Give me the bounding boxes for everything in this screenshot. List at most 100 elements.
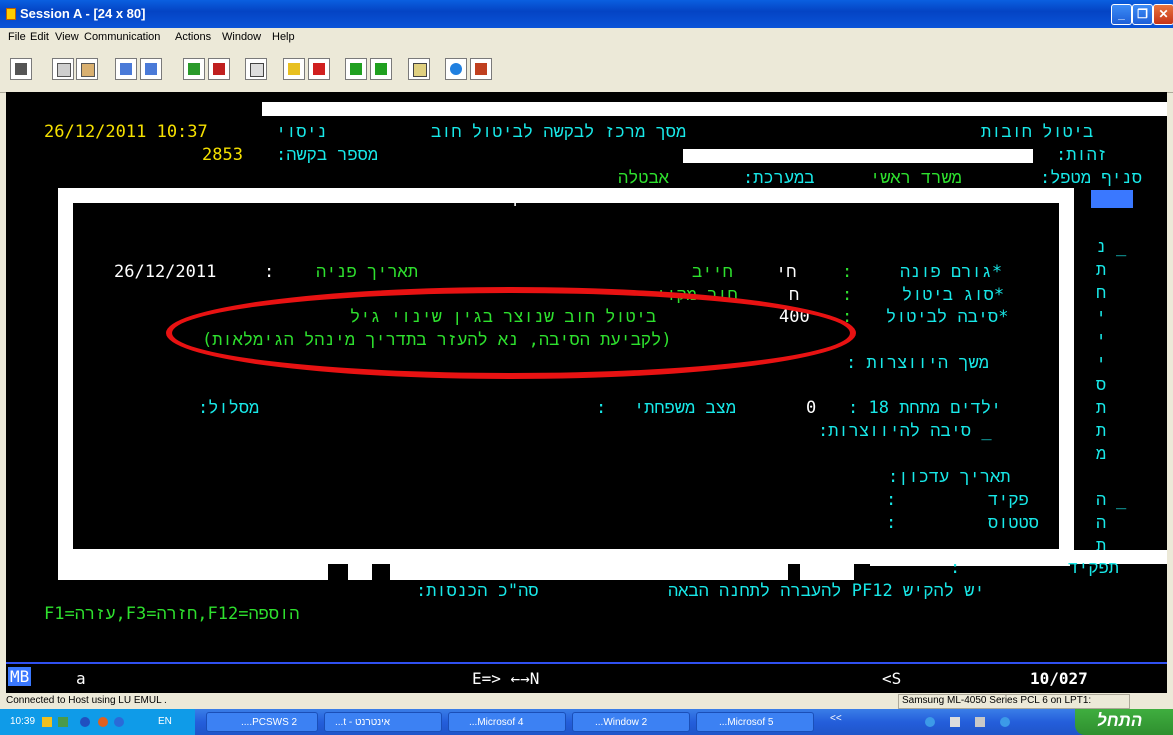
paste-icon[interactable] (76, 58, 98, 80)
side-letter: ח (1096, 283, 1107, 303)
bottom-field[interactable] (58, 550, 328, 580)
help-icon[interactable] (445, 58, 467, 80)
tray-icon[interactable] (98, 717, 108, 727)
function-keys: F1=עזרה,F3=חזרה,F12=הוספה (44, 604, 300, 624)
start-label: התחל (1097, 711, 1143, 730)
period-label: משך היווצרות : (846, 353, 989, 373)
clerk-separator: : (886, 490, 897, 510)
marital-separator: : (596, 398, 607, 418)
cancel-type-code: ח (789, 285, 800, 305)
status-label: סטטוס (988, 513, 1040, 533)
app-icon (6, 8, 16, 20)
menu-actions[interactable]: Actions (175, 31, 211, 43)
record-icon[interactable] (283, 58, 305, 80)
quicklaunch-icon[interactable] (975, 717, 985, 727)
role-label: תפקיד (1068, 558, 1120, 578)
window-title: Session A - [24 x 80] (20, 6, 146, 21)
display-icon[interactable] (183, 58, 205, 80)
income-label: סה"כ הכנסות: (416, 581, 539, 601)
tray-icon[interactable] (80, 717, 90, 727)
oia-direction: E=> ←→N (472, 669, 540, 688)
requester-code: חי (776, 262, 797, 282)
marital-status-label: מצב משפחתי (634, 398, 737, 418)
menu-help[interactable]: Help (272, 31, 295, 43)
task-button[interactable]: ...Microsof 4 (448, 712, 566, 732)
task-label: ...Window 2 (595, 717, 648, 728)
terminal-screen[interactable]: 26/12/2011 10:37 ניסוי מסך מרכז לבקשה לב… (6, 92, 1167, 662)
screen-title: מסך מרכז לבקשה לביטול חוב (431, 122, 687, 142)
tray-icon[interactable] (42, 717, 52, 727)
menu-communication[interactable]: Communication (84, 31, 160, 43)
clipboard-icon[interactable] (408, 58, 430, 80)
receive-file-icon[interactable] (140, 58, 162, 80)
language-indicator[interactable]: EN (158, 716, 172, 727)
side-letter: ת (1096, 398, 1107, 418)
id-field[interactable] (683, 149, 1033, 163)
printer-status: Samsung ML-4050 Series PCL 6 on LPT1: (902, 695, 1092, 706)
macro-icon[interactable] (245, 58, 267, 80)
marital-status-code: 0 (806, 398, 817, 418)
cancel-type-label: *סוג ביטול (902, 285, 1005, 305)
stop-record-icon[interactable] (308, 58, 330, 80)
bottom-field[interactable] (390, 550, 788, 580)
children-label: ילדים מתחת 18 : (848, 398, 1002, 418)
window-titlebar[interactable]: Session A - [24 x 80] _ ❐ ✕ (0, 0, 1173, 28)
close-button[interactable]: ✕ (1153, 4, 1173, 25)
play-icon[interactable] (345, 58, 367, 80)
side-letter: ת (1096, 260, 1107, 280)
menu-edit[interactable]: Edit (30, 31, 49, 43)
role-separator: : (950, 558, 961, 578)
menu-view[interactable]: View (55, 31, 79, 43)
system-label: במערכת: (743, 168, 815, 188)
module-title: ביטול חובות (981, 122, 1094, 142)
appeal-date-separator: : (264, 262, 275, 282)
task-label: ....PCSWS 2 (241, 717, 298, 728)
requester-separator: : (842, 262, 853, 282)
operator-info-area: MB a E=> ←→N <S 10/027 (6, 662, 1167, 694)
start-button[interactable]: התחל (1075, 709, 1173, 735)
tray-icon[interactable] (58, 717, 68, 727)
request-number-label: מספר בקשה: (276, 145, 379, 165)
print-icon[interactable] (10, 58, 32, 80)
minimize-button[interactable]: _ (1111, 4, 1132, 25)
oia-s: <S (882, 669, 902, 688)
task-button[interactable]: ...t - אינטרנט (324, 712, 442, 732)
quicklaunch-icon[interactable] (950, 717, 960, 727)
restore-button[interactable]: ❐ (1132, 4, 1153, 25)
bottom-field[interactable] (348, 550, 372, 580)
quicklaunch-icon[interactable] (925, 717, 935, 727)
task-button[interactable]: ....PCSWS 2 (206, 712, 318, 732)
menu-window[interactable]: Window (222, 31, 261, 43)
side-letter: י (1096, 352, 1107, 372)
copy-icon[interactable] (52, 58, 74, 80)
tray-clock: 10:39 (10, 716, 36, 727)
quicklaunch-icon[interactable] (1000, 717, 1010, 727)
appeal-date: 26/12/2011 (114, 262, 217, 282)
task-label: ...Microsof 4 (469, 717, 524, 728)
menu-file[interactable]: File (8, 31, 26, 43)
mode-indicator: MB (8, 667, 32, 686)
menu-bar: File Edit View Communication Actions Win… (0, 28, 1173, 48)
task-label: ...Microsof 5 (719, 717, 774, 728)
oia-a: a (76, 669, 86, 688)
request-number: 2853 (202, 145, 243, 165)
side-underscore: _ (1116, 237, 1127, 257)
send-file-icon[interactable] (115, 58, 137, 80)
pause-icon[interactable] (370, 58, 392, 80)
color-map-icon[interactable] (208, 58, 230, 80)
taskbar-overflow[interactable]: << (830, 713, 842, 724)
cursor-block (1091, 190, 1133, 208)
requester-value: חייב (692, 262, 733, 282)
input-field-bar[interactable] (262, 102, 1167, 116)
cancel-type-separator: : (842, 285, 853, 305)
appeal-date-label: תאריך פניה (316, 262, 419, 282)
task-button[interactable]: ...Microsof 5 (696, 712, 814, 732)
cancel-reason-label: *סיבה לביטול (886, 307, 1009, 327)
update-date-label: תאריך עדכון: (888, 467, 1011, 487)
bottom-field[interactable] (800, 550, 854, 580)
tray-icon[interactable] (114, 717, 124, 727)
system-value: אבטלה (618, 168, 670, 188)
task-button[interactable]: ...Window 2 (572, 712, 690, 732)
keyboard-icon[interactable] (470, 58, 492, 80)
bottom-field[interactable] (870, 550, 1070, 566)
